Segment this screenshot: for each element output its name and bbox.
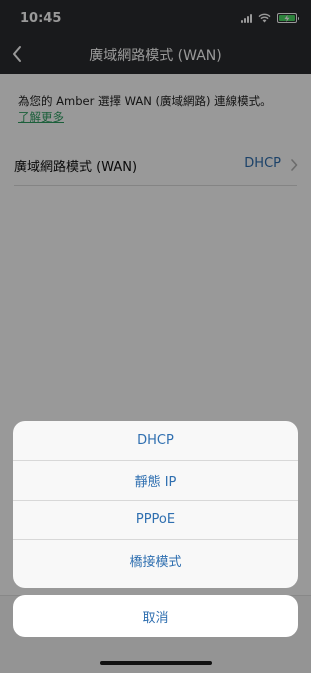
wan-mode-action-sheet: DHCP 靜態 IP PPPoE 橋接模式 [13, 421, 298, 588]
cancel-button[interactable]: 取消 [13, 595, 298, 637]
option-static-ip[interactable]: 靜態 IP [13, 461, 298, 501]
home-indicator [100, 661, 212, 665]
option-dhcp[interactable]: DHCP [13, 421, 298, 461]
app-screen: 10:45 廣域網路模式 (WAN) 為您的 Amber 選擇 WAN (廣域網… [0, 0, 311, 673]
option-pppoe[interactable]: PPPoE [13, 501, 298, 541]
option-bridge-mode[interactable]: 橋接模式 [13, 540, 298, 580]
modal-overlay[interactable]: DHCP 靜態 IP PPPoE 橋接模式 取消 [0, 0, 311, 673]
